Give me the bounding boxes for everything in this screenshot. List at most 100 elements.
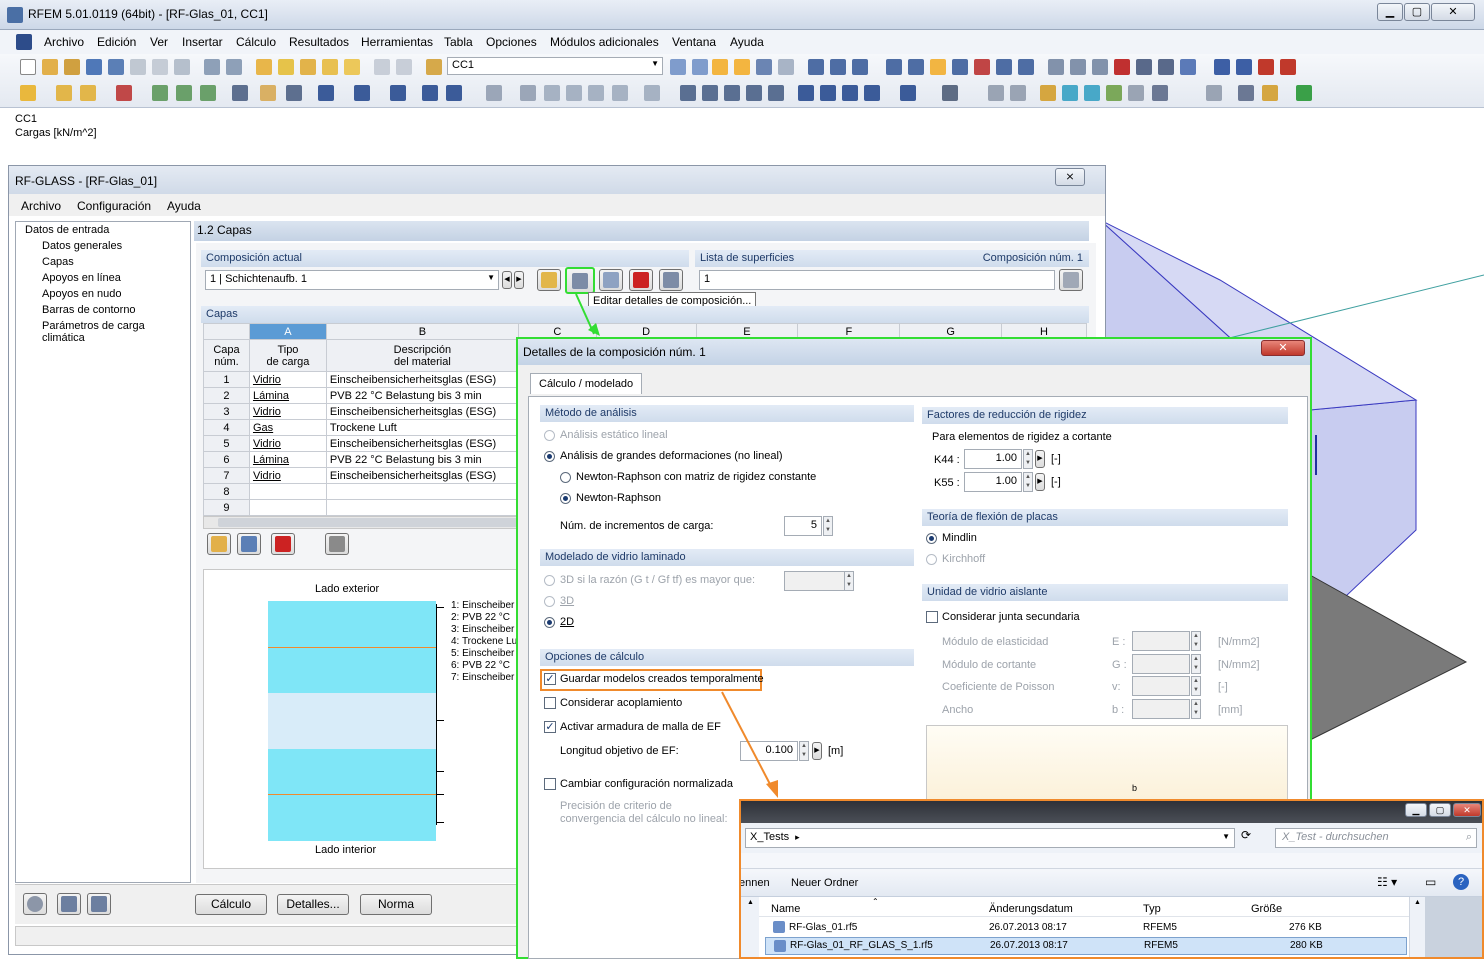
solid-display-icon[interactable] <box>1084 85 1100 101</box>
isometric-icon[interactable] <box>864 85 880 101</box>
cell-type[interactable]: Lámina <box>248 387 327 404</box>
export-comp-button[interactable] <box>659 269 683 291</box>
save-temp-checkbox[interactable]: ✓ <box>544 673 556 685</box>
tree-item-barras-contorno[interactable]: Barras de contorno <box>42 304 136 316</box>
rename-button-partial[interactable]: ennen <box>741 877 770 889</box>
igu-v-input[interactable] <box>1132 676 1190 696</box>
explorer-close-button[interactable]: ✕ <box>1453 803 1481 817</box>
increments-spinner[interactable]: ▲ ▼ <box>823 516 833 536</box>
col-a[interactable]: A <box>248 323 327 340</box>
k55-step-button[interactable]: ▶ <box>1035 473 1045 491</box>
nr-constant-radio[interactable] <box>560 472 571 483</box>
zoom-out-icon[interactable] <box>724 85 740 101</box>
export-icon[interactable] <box>1214 59 1230 75</box>
render-icon[interactable] <box>1158 59 1174 75</box>
zoom-in-icon[interactable] <box>702 85 718 101</box>
preview-pane-icon[interactable]: ▭ <box>1425 875 1436 889</box>
col-date[interactable]: Änderungsdatum <box>989 903 1073 915</box>
nr-radio[interactable] <box>560 493 571 504</box>
bar-chart-icon[interactable] <box>680 85 696 101</box>
import-button[interactable] <box>57 893 81 915</box>
tree-icon[interactable] <box>176 85 192 101</box>
hscroll-thumb[interactable] <box>218 518 518 527</box>
tree-item-apoyos-linea[interactable]: Apoyos en línea <box>42 272 121 284</box>
explorer-nav-scroll[interactable]: ▲ <box>741 897 759 957</box>
next-arrow-icon[interactable] <box>692 59 708 75</box>
opening-icon[interactable] <box>446 85 462 101</box>
delete-comp-button[interactable] <box>629 269 653 291</box>
solid-icon[interactable] <box>422 85 438 101</box>
pdf-export-icon[interactable] <box>1280 59 1296 75</box>
menu-herramientas[interactable]: Herramientas <box>361 35 433 49</box>
hinge-display-icon[interactable] <box>1106 85 1122 101</box>
help-button[interactable] <box>23 893 47 915</box>
refresh-icon[interactable]: ⟳ <box>1241 828 1259 848</box>
save-icon[interactable] <box>108 59 124 75</box>
secondary-seal-checkbox[interactable] <box>926 611 938 623</box>
rotate-icon[interactable] <box>808 59 824 75</box>
dimension-icon[interactable] <box>260 85 276 101</box>
explorer-address-bar[interactable]: X_Tests ▸ ▼ <box>745 828 1235 848</box>
color-icon[interactable] <box>1180 59 1196 75</box>
open-folder-icon[interactable] <box>42 59 58 75</box>
view-x-icon[interactable] <box>798 85 814 101</box>
edit-icon[interactable] <box>256 59 272 75</box>
window-icon[interactable] <box>344 59 360 75</box>
menu-ver[interactable]: Ver <box>150 35 168 49</box>
close-button[interactable]: ✕ <box>1431 3 1475 21</box>
maximize-button[interactable]: ▢ <box>1404 3 1430 21</box>
values-icon[interactable] <box>734 59 750 75</box>
member-icon[interactable] <box>996 59 1012 75</box>
tree-item-datos-generales[interactable]: Datos generales <box>42 240 122 252</box>
surface-list-input[interactable]: 1 <box>699 270 1055 290</box>
fe-length-spinner[interactable]: ▲ ▼ <box>799 741 809 761</box>
igu-e-input[interactable] <box>1132 631 1190 651</box>
menu-calculo[interactable]: Cálculo <box>236 35 276 49</box>
col-name[interactable]: Name <box>771 903 800 915</box>
col-size[interactable]: Größe <box>1251 903 1282 915</box>
view-z-icon[interactable] <box>842 85 858 101</box>
increments-input[interactable]: 5 <box>784 516 822 536</box>
k55-input[interactable]: 1.00 <box>964 472 1022 492</box>
tree-root[interactable]: Datos de entrada <box>25 224 109 236</box>
set-icon[interactable] <box>520 85 536 101</box>
menu-opciones[interactable]: Opciones <box>486 35 537 49</box>
cell-type[interactable]: Vidrio <box>248 435 327 452</box>
node-icon[interactable] <box>974 59 990 75</box>
cell-desc[interactable] <box>325 499 519 516</box>
k44-input[interactable]: 1.00 <box>964 449 1022 469</box>
redo-icon[interactable] <box>226 59 242 75</box>
cell-type[interactable]: Gas <box>248 419 327 436</box>
support-display-icon[interactable] <box>1040 85 1056 101</box>
grid-tool-icon[interactable] <box>318 85 334 101</box>
library-button[interactable] <box>325 533 349 555</box>
explorer-maximize-button[interactable]: ▢ <box>1429 803 1451 817</box>
save-layers-button[interactable] <box>237 533 261 555</box>
results-icon[interactable] <box>712 59 728 75</box>
zoom-window-icon[interactable] <box>768 85 784 101</box>
file-row[interactable]: RF-Glas_01.rf5 26.07.2013 08:17 RFEM5 27… <box>759 919 1409 937</box>
opt3d-ratio-radio[interactable] <box>544 575 555 586</box>
tree-item-capas[interactable]: Capas <box>42 256 74 268</box>
camera-icon[interactable] <box>1136 59 1152 75</box>
analysis-linear-radio[interactable] <box>544 430 555 441</box>
k55-spinner[interactable]: ▲ ▼ <box>1023 472 1033 492</box>
cell-type[interactable]: Vidrio <box>248 371 327 388</box>
analysis-large-radio[interactable] <box>544 451 555 462</box>
cell-desc[interactable]: Einscheibensicherheitsglas (ESG) <box>325 371 519 388</box>
rfglass-menu-ayuda[interactable]: Ayuda <box>167 199 201 213</box>
tree-view-icon[interactable] <box>566 85 582 101</box>
cell-type[interactable] <box>248 483 327 500</box>
node-insert-icon[interactable] <box>20 85 36 101</box>
explorer-minimize-button[interactable]: ▁ <box>1405 803 1427 817</box>
hierarchy-icon[interactable] <box>588 85 604 101</box>
menu-ventana[interactable]: Ventana <box>672 35 716 49</box>
cell-desc[interactable]: Einscheibensicherheitsglas (ESG) <box>325 467 519 484</box>
table-display-icon[interactable] <box>1206 85 1222 101</box>
menu-edicion[interactable]: Edición <box>97 35 136 49</box>
next-comp-button[interactable]: ▶ <box>514 271 524 289</box>
calc-button[interactable]: Cálculo <box>195 894 267 915</box>
surface-icon[interactable] <box>1018 59 1034 75</box>
box-icon[interactable] <box>354 85 370 101</box>
igu-v-spinner[interactable]: ▲ ▼ <box>1191 676 1201 696</box>
